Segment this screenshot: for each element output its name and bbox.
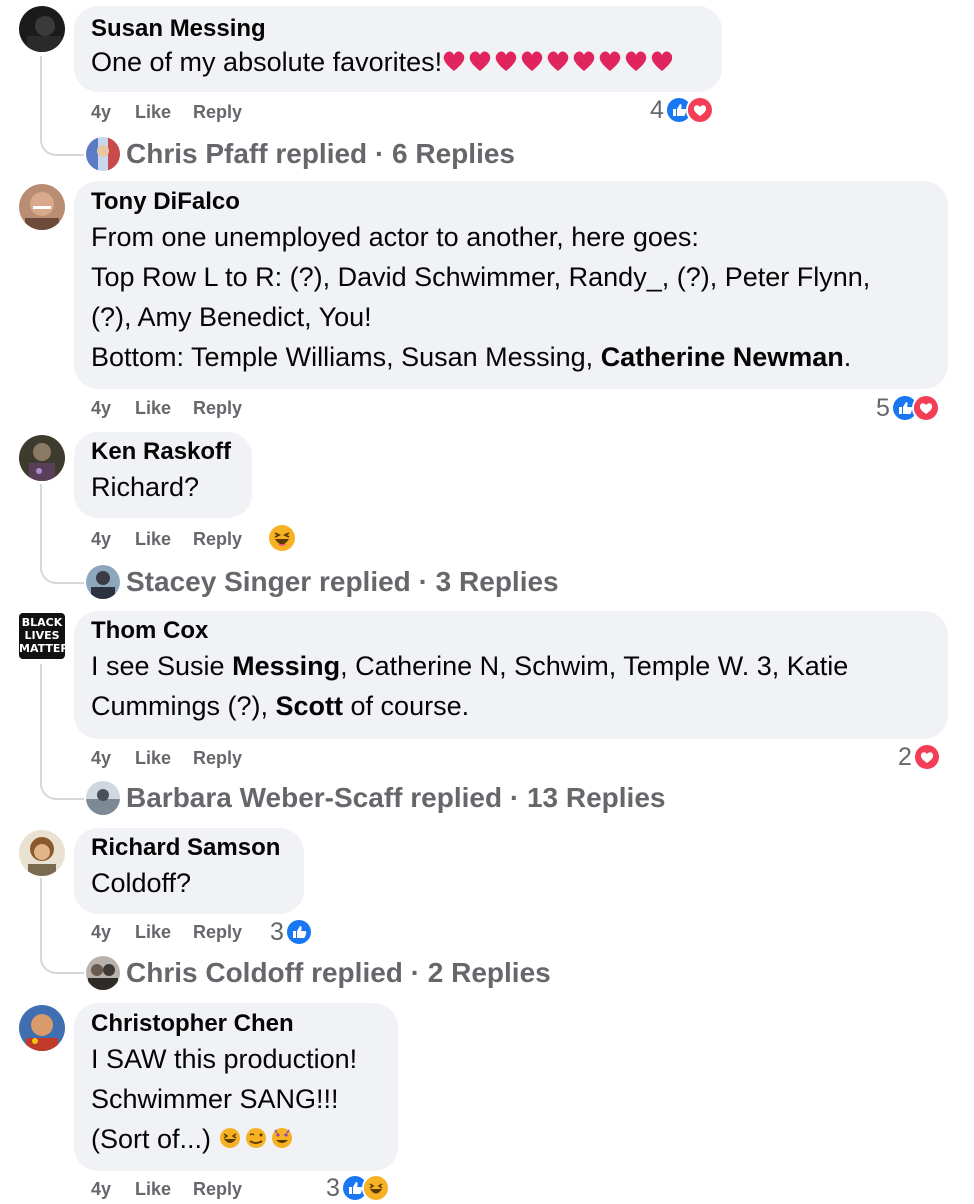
replies-summary: Chris Coldoff replied · 2 Replies	[126, 957, 551, 988]
like-button[interactable]: Like	[135, 97, 171, 127]
thread-line	[40, 56, 42, 138]
avatar	[86, 565, 120, 599]
avatar[interactable]	[19, 1005, 65, 1051]
comment-text-content: One of my absolute favorites!	[91, 47, 443, 77]
reaction-count: 4	[650, 96, 664, 124]
reply-button[interactable]: Reply	[193, 743, 242, 773]
comment-bubble: Ken Raskoff Richard?	[74, 432, 252, 518]
avatar	[86, 781, 120, 815]
thread-connector	[40, 566, 84, 584]
reaction-summary[interactable]	[268, 523, 296, 553]
comment-bubble: Christopher Chen I SAW this production! …	[74, 1003, 398, 1171]
reaction-summary[interactable]: 5	[876, 393, 940, 423]
comment-text-line: Schwimmer SANG!!!	[91, 1084, 339, 1114]
comment-author[interactable]: Richard Samson	[91, 833, 287, 863]
comment-text-line: (Sort of...)	[91, 1119, 381, 1161]
reply-button[interactable]: Reply	[193, 393, 242, 423]
comment-author[interactable]: Ken Raskoff	[91, 437, 235, 467]
comment-text-segment: I see Susie	[91, 651, 233, 681]
reaction-count: 2	[898, 743, 912, 771]
comment-author[interactable]: Tony DiFalco	[91, 187, 931, 217]
like-button[interactable]: Like	[135, 917, 171, 947]
replies-summary: Barbara Weber-Scaff replied · 13 Replies	[126, 782, 666, 813]
avatar-badge-line: BLACK	[21, 616, 63, 629]
comment-author[interactable]: Thom Cox	[91, 616, 931, 646]
comment-text-line: I SAW this production!	[91, 1044, 358, 1074]
avatar[interactable]	[19, 830, 65, 876]
avatar-badge-text: BLACK LIVES MATTER	[19, 613, 65, 659]
reaction-summary[interactable]: 3	[270, 917, 313, 947]
comment-text-line: Bottom: Temple Williams, Susan Messing, …	[91, 337, 931, 377]
avatar	[86, 956, 120, 990]
thread-connector	[40, 138, 84, 156]
mention-tag[interactable]: Scott	[276, 691, 344, 721]
comment-text-line: Cummings (?), Scott of course.	[91, 686, 931, 726]
reaction-summary[interactable]: 4	[650, 95, 714, 125]
avatar[interactable]	[19, 435, 65, 481]
comment-text-line: (?), Amy Benedict, You!	[91, 302, 372, 332]
reply-button[interactable]: Reply	[193, 97, 242, 127]
comment-text-line: From one unemployed actor to another, he…	[91, 222, 699, 252]
comment-timestamp[interactable]: 4y	[91, 917, 111, 947]
replies-summary: Chris Pfaff replied · 6 Replies	[126, 138, 515, 169]
comment-text: Richard?	[91, 472, 200, 502]
reaction-summary[interactable]: 2	[898, 742, 941, 772]
replies-summary: Stacey Singer replied · 3 Replies	[126, 566, 559, 597]
like-button[interactable]: Like	[135, 393, 171, 423]
comment-timestamp[interactable]: 4y	[91, 393, 111, 423]
mention-tag[interactable]: Catherine Newman	[601, 342, 844, 372]
heart-emoji-row-icon	[442, 46, 673, 82]
mention-tag[interactable]: Messing	[232, 651, 340, 681]
avatar[interactable]	[19, 6, 65, 52]
thread-line	[40, 878, 42, 956]
reply-button[interactable]: Reply	[193, 524, 242, 554]
replies-link[interactable]: Chris Coldoff replied · 2 Replies	[86, 955, 551, 991]
comment-bubble: Richard Samson Coldoff?	[74, 828, 304, 914]
avatar[interactable]	[19, 184, 65, 230]
like-button[interactable]: Like	[135, 524, 171, 554]
comment-bubble: Thom Cox I see Susie Messing, Catherine …	[74, 611, 948, 739]
comment-text-segment: Bottom: Temple Williams, Susan Messing,	[91, 342, 601, 372]
comment-bubble: Susan Messing One of my absolute favorit…	[74, 6, 722, 92]
comment-text-segment: , Catherine N, Schwim, Temple W. 3, Kati…	[340, 651, 849, 681]
haha-reaction-icon	[361, 1174, 390, 1202]
comment-bubble: Tony DiFalco From one unemployed actor t…	[74, 181, 948, 389]
comment-timestamp[interactable]: 4y	[91, 524, 111, 554]
thread-connector	[40, 956, 84, 974]
comment-text: One of my absolute favorites!	[91, 44, 705, 82]
avatar-badge-line: LIVES	[24, 629, 60, 642]
reaction-count: 3	[270, 918, 284, 946]
like-button[interactable]: Like	[135, 743, 171, 773]
comment-author[interactable]: Christopher Chen	[91, 1009, 381, 1039]
thread-connector	[40, 782, 84, 800]
avatar-badge-line: MATTER	[19, 642, 65, 655]
comment-text: Coldoff?	[91, 868, 192, 898]
reply-button[interactable]: Reply	[193, 917, 242, 947]
avatar[interactable]: BLACK LIVES MATTER	[19, 613, 65, 659]
reaction-count: 5	[876, 394, 890, 422]
like-reaction-icon	[284, 918, 313, 946]
reaction-count: 3	[326, 1174, 340, 1202]
comment-text-line: Top Row L to R: (?), David Schwimmer, Ra…	[91, 262, 871, 292]
love-reaction-icon	[685, 96, 714, 124]
thread-line	[40, 664, 42, 782]
replies-link[interactable]: Stacey Singer replied · 3 Replies	[86, 564, 559, 600]
comment-text-segment: of course.	[343, 691, 470, 721]
comment-text-segment: Cummings (?),	[91, 691, 276, 721]
comment-author[interactable]: Susan Messing	[91, 14, 705, 44]
laughing-emoji-row-icon	[219, 1121, 295, 1161]
reaction-summary[interactable]: 3	[326, 1173, 390, 1203]
avatar	[86, 137, 120, 171]
haha-reaction-icon	[268, 524, 296, 552]
love-reaction-icon	[912, 743, 941, 771]
replies-link[interactable]: Barbara Weber-Scaff replied · 13 Replies	[86, 780, 665, 816]
comment-text-segment: .	[843, 342, 852, 372]
comment-timestamp[interactable]: 4y	[91, 97, 111, 127]
replies-link[interactable]: Chris Pfaff replied · 6 Replies	[86, 136, 515, 172]
comment-text-line: I see Susie Messing, Catherine N, Schwim…	[91, 646, 931, 686]
thread-line	[40, 484, 42, 566]
comment-timestamp[interactable]: 4y	[91, 743, 111, 773]
love-reaction-icon	[911, 394, 940, 422]
comment-text-segment: (Sort of...)	[91, 1124, 212, 1154]
